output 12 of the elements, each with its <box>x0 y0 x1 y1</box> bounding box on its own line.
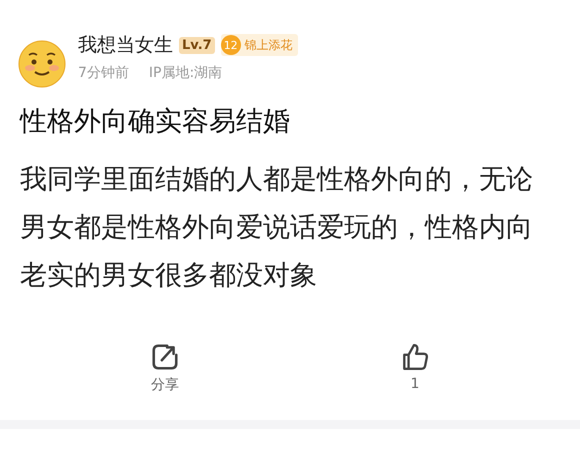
post-time: 7分钟前 <box>78 64 129 82</box>
thumbs-up-icon <box>400 342 430 372</box>
post-body: 我同学里面结婚的人都是性格外向的，无论男女都是性格外向爱说话爱玩的，性格内向老实的男女很多都没对象 <box>19 163 534 293</box>
ip-location: IP属地:湖南 <box>148 64 222 82</box>
action-button[interactable]: 1 <box>392 340 438 396</box>
honor-tag: 12 锦上添花 <box>220 34 298 56</box>
level-tag: Lv.7 <box>179 36 215 54</box>
smiling-face-avatar[interactable] <box>18 40 66 88</box>
user-name[interactable]: 我想当女生 <box>78 32 173 58</box>
post-title: 性格外向确实容易结婚 <box>18 105 291 139</box>
action-button[interactable]: 分享 <box>142 340 188 396</box>
share-icon <box>150 342 180 372</box>
